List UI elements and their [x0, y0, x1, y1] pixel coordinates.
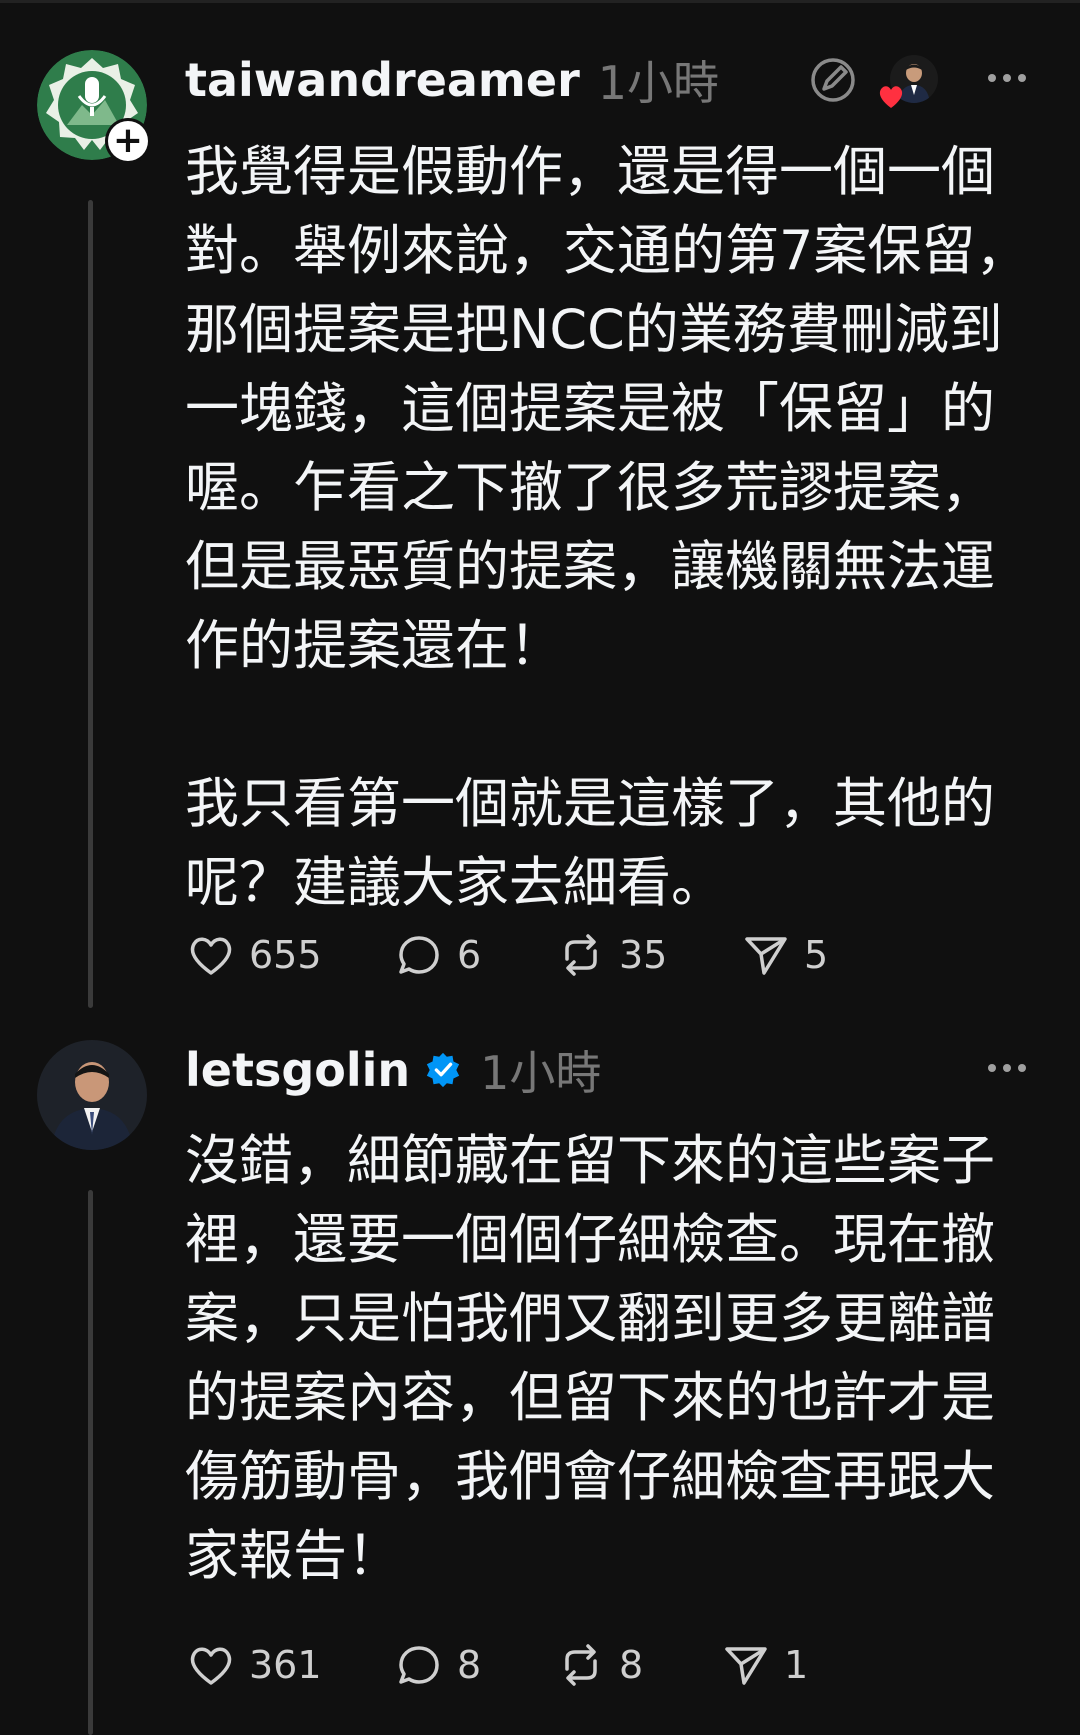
comment-icon	[399, 1646, 439, 1684]
like-count: 655	[249, 933, 322, 977]
quote-edit-icon[interactable]	[808, 55, 858, 105]
username[interactable]: letsgolin	[185, 1043, 410, 1097]
share-button[interactable]: 5	[740, 925, 828, 985]
comment-icon	[399, 936, 439, 974]
reply-button[interactable]: 8	[393, 1635, 481, 1695]
thread-line	[88, 200, 93, 1008]
like-button[interactable]: 361	[185, 1635, 322, 1695]
plus-icon: +	[108, 121, 148, 161]
repost-count: 8	[619, 1643, 644, 1687]
more-options-button[interactable]	[982, 53, 1032, 103]
send-icon	[725, 1647, 767, 1685]
avatar[interactable]	[37, 1040, 147, 1150]
post-2: letsgolin 1小時 沒錯，細節藏在留下來的這些案子 裡，還要一個個仔細檢…	[0, 1010, 1080, 1735]
post-body: 我覺得是假動作，還是得一個一個 對。舉例來說，交通的第7案保留， 那個提案是把N…	[185, 140, 1030, 914]
username[interactable]: taiwandreamer	[185, 53, 580, 107]
avatar-letsgolin-icon	[37, 1040, 147, 1150]
post-header: letsgolin 1小時	[185, 1035, 601, 1105]
post-1: + taiwandreamer 1小時 我覺得是假動作，還是得一個一個 對。舉例…	[0, 0, 1080, 1010]
post-header: taiwandreamer 1小時	[185, 45, 719, 115]
follow-button[interactable]: +	[105, 118, 151, 164]
reply-count: 8	[457, 1643, 482, 1687]
liked-by-heart-icon	[875, 80, 907, 112]
share-button[interactable]: 1	[720, 1635, 808, 1695]
repost-icon	[565, 1644, 597, 1686]
reply-button[interactable]: 6	[393, 925, 481, 985]
like-button[interactable]: 655	[185, 925, 322, 985]
repost-icon	[565, 934, 597, 976]
post-body: 沒錯，細節藏在留下來的這些案子 裡，還要一個個仔細檢查。現在撤 案，只是怕我們又…	[185, 1129, 995, 1587]
heart-icon	[190, 937, 232, 975]
send-icon	[745, 937, 787, 975]
thread-line	[88, 1190, 93, 1735]
timestamp: 1小時	[480, 1046, 602, 1100]
repost-count: 35	[619, 933, 668, 977]
verified-badge-icon	[427, 1052, 460, 1088]
heart-icon	[190, 1647, 232, 1685]
avatar-wrap[interactable]	[37, 1040, 147, 1150]
share-count: 1	[784, 1643, 809, 1687]
timestamp: 1小時	[597, 56, 720, 110]
repost-button[interactable]: 8	[555, 1635, 643, 1695]
repost-button[interactable]: 35	[555, 925, 667, 985]
share-count: 5	[804, 933, 829, 977]
reply-count: 6	[457, 933, 482, 977]
like-count: 361	[249, 1643, 322, 1687]
avatar-wrap[interactable]: +	[37, 50, 151, 164]
more-options-button[interactable]	[982, 1043, 1032, 1093]
